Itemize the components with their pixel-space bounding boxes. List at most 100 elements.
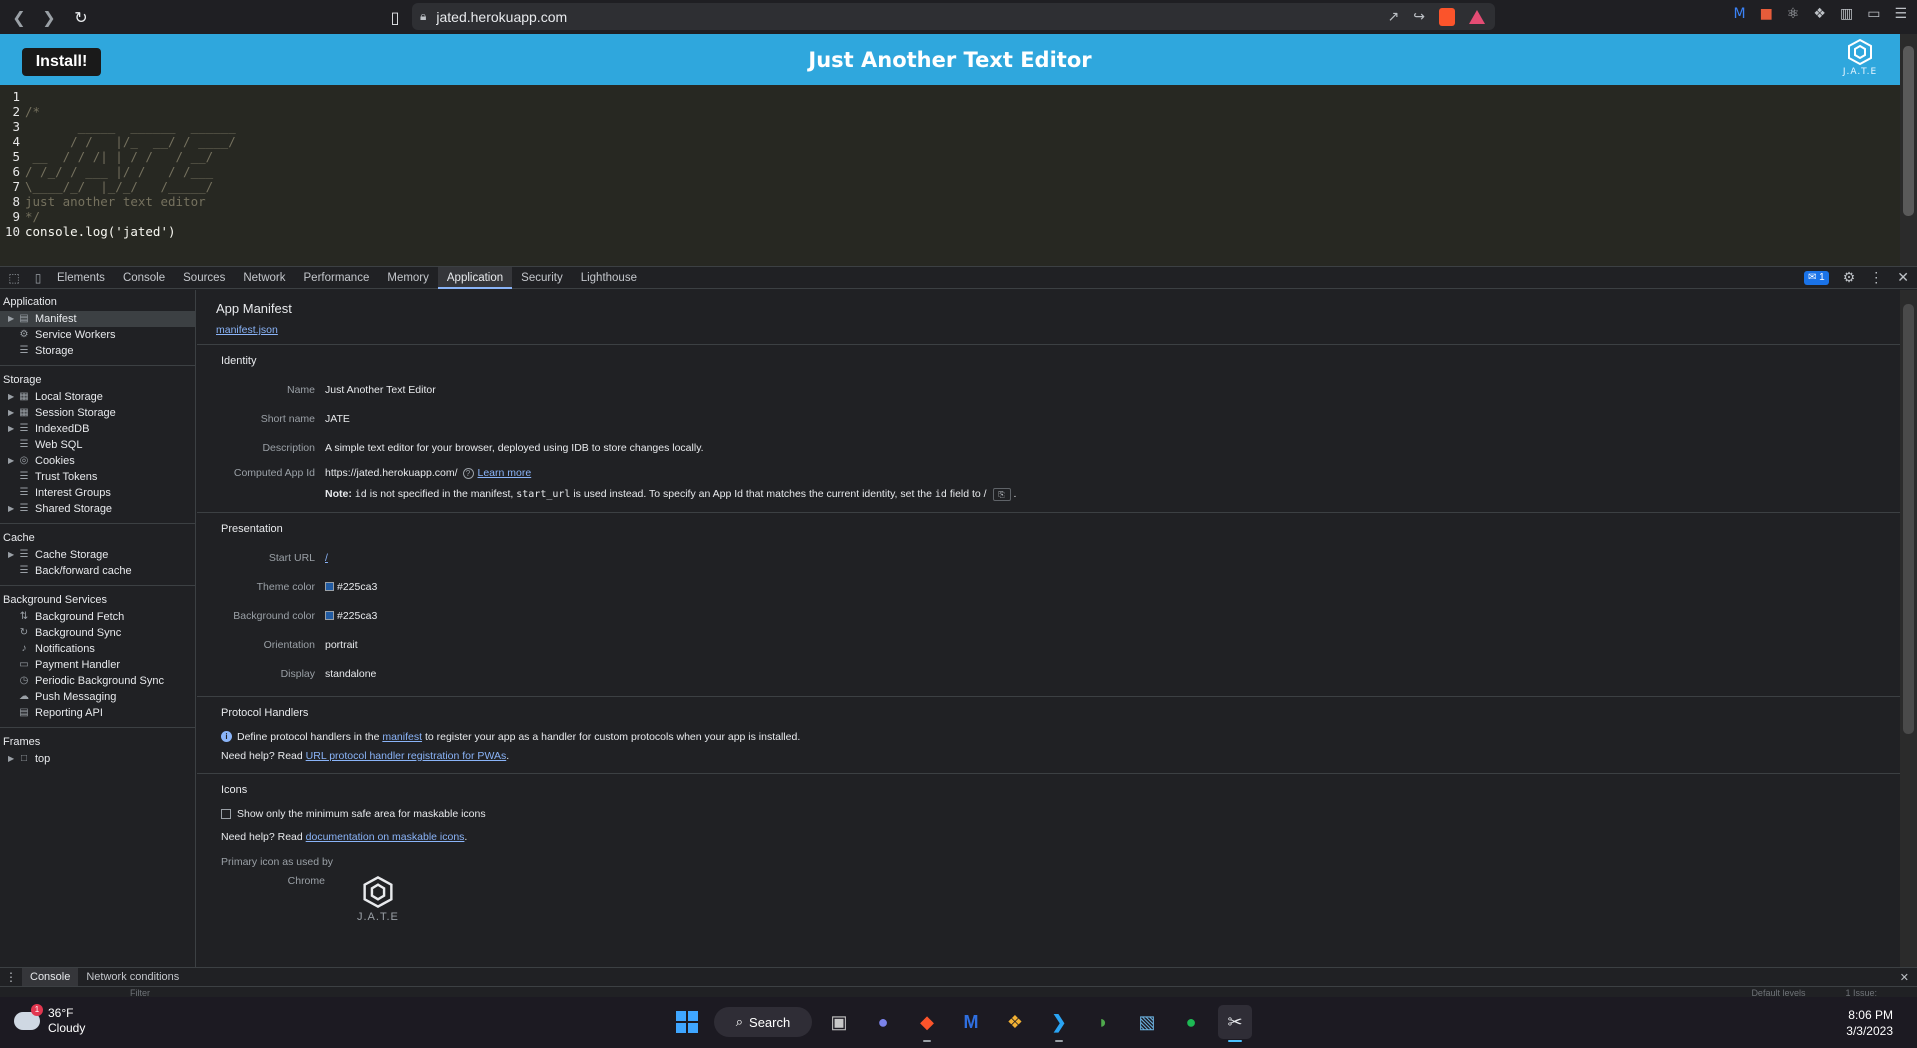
code-line[interactable]: 8 just another text editor: [0, 194, 1900, 209]
share-icon[interactable]: ↪: [1413, 9, 1425, 25]
start-url-link[interactable]: /: [325, 552, 328, 564]
forward-icon[interactable]: ❯: [36, 4, 62, 30]
code-line[interactable]: 7 \____/_/ |_/_/ /_____/: [0, 179, 1900, 194]
extension-m-icon[interactable]: M: [1734, 6, 1746, 22]
tab-application[interactable]: Application: [437, 266, 513, 289]
tab-network[interactable]: Network: [234, 267, 294, 289]
device-toolbar-icon[interactable]: ▯: [28, 271, 48, 285]
filter-input[interactable]: Filter: [130, 988, 150, 998]
sidebar-item-manifest[interactable]: ▶ ▤ Manifest: [0, 311, 195, 327]
sidebar-item-background-fetch[interactable]: ⇅ Background Fetch: [0, 609, 195, 625]
brave-shields-icon[interactable]: [1439, 7, 1455, 26]
learn-more-link[interactable]: Learn more: [478, 467, 532, 479]
brave-rewards-icon[interactable]: [1469, 9, 1485, 24]
tab-security[interactable]: Security: [512, 267, 572, 289]
issues-indicator[interactable]: 1 Issue:: [1845, 988, 1877, 998]
tab-sources[interactable]: Sources: [174, 267, 234, 289]
spotify-icon[interactable]: ●: [1174, 1005, 1208, 1039]
expand-arrow-icon[interactable]: ▶: [8, 501, 17, 517]
expand-arrow-icon[interactable]: ▶: [8, 421, 17, 437]
code-line[interactable]: 5 __ / / /| | / / / __/: [0, 149, 1900, 164]
close-devtools-icon[interactable]: ✕: [1897, 269, 1909, 286]
mongodb-compass-icon[interactable]: ◗: [1086, 1005, 1120, 1039]
wallet-icon[interactable]: ▭: [1867, 6, 1880, 22]
tab-memory[interactable]: Memory: [378, 267, 438, 289]
close-drawer-icon[interactable]: ✕: [1900, 971, 1909, 984]
sidebar-item-payment-handler[interactable]: ▭ Payment Handler: [0, 657, 195, 673]
sidebar-item-cookies[interactable]: ▶ ◎ Cookies: [0, 453, 195, 469]
address-bar[interactable]: 🔒︎ jated.herokuapp.com ↗ ↪: [412, 3, 1495, 30]
teams-chat-icon[interactable]: ●: [866, 1005, 900, 1039]
tab-performance[interactable]: Performance: [295, 267, 379, 289]
sidebar-item-top[interactable]: ▶ □ top: [0, 751, 195, 767]
sidebar-icon[interactable]: ▥: [1840, 6, 1853, 22]
drawer-tab-console[interactable]: Console: [22, 968, 79, 986]
settings-gear-icon[interactable]: ⚙: [1843, 269, 1856, 286]
expand-arrow-icon[interactable]: ▶: [8, 751, 17, 767]
protocol-help-link[interactable]: URL protocol handler registration for PW…: [306, 750, 507, 762]
manifest-scrollbar[interactable]: [1900, 290, 1917, 975]
sidebar-item-interest-groups[interactable]: ☰ Interest Groups: [0, 485, 195, 501]
vscode-icon[interactable]: ❯: [1042, 1005, 1076, 1042]
extensions-puzzle-icon[interactable]: ❖: [1813, 6, 1826, 22]
copy-icon[interactable]: ⎘: [992, 487, 1011, 501]
sidebar-item-background-sync[interactable]: ↻ Background Sync: [0, 625, 195, 641]
open-external-icon[interactable]: ↗: [1388, 9, 1400, 25]
more-options-icon[interactable]: ⋮: [1869, 269, 1883, 286]
weather-widget[interactable]: 1 36°F Cloudy: [14, 1004, 85, 1036]
sidebar-item-cache-storage[interactable]: ▶ ☰ Cache Storage: [0, 547, 195, 563]
sidebar-item-storage[interactable]: ☰ Storage: [0, 343, 195, 359]
mysql-workbench-icon[interactable]: ▧: [1130, 1005, 1164, 1039]
expand-arrow-icon[interactable]: ▶: [8, 311, 17, 327]
manifest-link[interactable]: manifest: [382, 731, 422, 743]
tab-lighthouse[interactable]: Lighthouse: [572, 267, 646, 289]
code-line[interactable]: 3 _____ ______ ______: [0, 119, 1900, 134]
taskbar-search[interactable]: ⌕ Search: [714, 1007, 812, 1037]
sidebar-item-service-workers[interactable]: ⚙ Service Workers: [0, 327, 195, 343]
page-scrollbar[interactable]: [1900, 34, 1917, 266]
code-line[interactable]: 9 */: [0, 209, 1900, 224]
tab-console[interactable]: Console: [114, 267, 174, 289]
drawer-menu-icon[interactable]: ⋮: [0, 970, 22, 984]
help-icon[interactable]: ?: [462, 467, 474, 479]
malwarebytes-icon[interactable]: M: [954, 1005, 988, 1039]
issues-badge[interactable]: ✉ 1: [1803, 270, 1829, 285]
github-desktop-icon[interactable]: ❖: [998, 1005, 1032, 1039]
sidebar-item-shared-storage[interactable]: ▶ ☰ Shared Storage: [0, 501, 195, 517]
task-view-icon[interactable]: ▣: [822, 1005, 856, 1039]
drawer-tab-network-conditions[interactable]: Network conditions: [78, 968, 187, 986]
brave-browser-icon[interactable]: ◆: [910, 1005, 944, 1042]
back-icon[interactable]: ❮: [6, 4, 32, 30]
expand-arrow-icon[interactable]: ▶: [8, 547, 17, 563]
code-line[interactable]: 1: [0, 89, 1900, 104]
expand-arrow-icon[interactable]: ▶: [8, 389, 17, 405]
code-line[interactable]: 4 / / |/_ __/ / ____/: [0, 134, 1900, 149]
maskable-docs-link[interactable]: documentation on maskable icons: [306, 831, 465, 843]
start-button[interactable]: [670, 1005, 704, 1039]
expand-arrow-icon[interactable]: ▶: [8, 453, 17, 469]
sidebar-item-push-messaging[interactable]: ☁ Push Messaging: [0, 689, 195, 705]
code-line[interactable]: 2 /*: [0, 104, 1900, 119]
code-line[interactable]: 10 console.log('jated'): [0, 224, 1900, 239]
url-text[interactable]: jated.herokuapp.com: [436, 9, 567, 25]
sidebar-item-back-forward-cache[interactable]: ☰ Back/forward cache: [0, 563, 195, 579]
sidebar-item-trust-tokens[interactable]: ☰ Trust Tokens: [0, 469, 195, 485]
sidebar-item-notifications[interactable]: ♪ Notifications: [0, 641, 195, 657]
sidebar-item-web-sql[interactable]: ☰ Web SQL: [0, 437, 195, 453]
sidebar-item-reporting-api[interactable]: ▤ Reporting API: [0, 705, 195, 721]
sidebar-item-periodic-background-sync[interactable]: ◷ Periodic Background Sync: [0, 673, 195, 689]
bookmark-icon[interactable]: ▯: [382, 4, 408, 30]
log-levels-dropdown[interactable]: Default levels: [1751, 988, 1805, 998]
sidebar-item-local-storage[interactable]: ▶ ▦ Local Storage: [0, 389, 195, 405]
code-editor[interactable]: 1 2/* 3 _____ ______ ______ 4 / / |/_ __/ /…: [0, 85, 1917, 266]
snipping-tool-icon[interactable]: ✂: [1218, 1005, 1252, 1042]
sidebar-item-indexeddb[interactable]: ▶ ☰ IndexedDB: [0, 421, 195, 437]
reload-icon[interactable]: ↻: [68, 4, 94, 30]
tab-elements[interactable]: Elements: [48, 267, 114, 289]
expand-arrow-icon[interactable]: ▶: [8, 405, 17, 421]
react-devtools-icon[interactable]: ⚛: [1787, 6, 1800, 22]
system-clock[interactable]: 8:06 PM 3/3/2023: [1846, 1007, 1893, 1039]
maskable-checkbox[interactable]: [221, 808, 231, 819]
inspect-element-icon[interactable]: ⬚: [0, 271, 28, 285]
menu-icon[interactable]: ☰: [1894, 6, 1907, 22]
